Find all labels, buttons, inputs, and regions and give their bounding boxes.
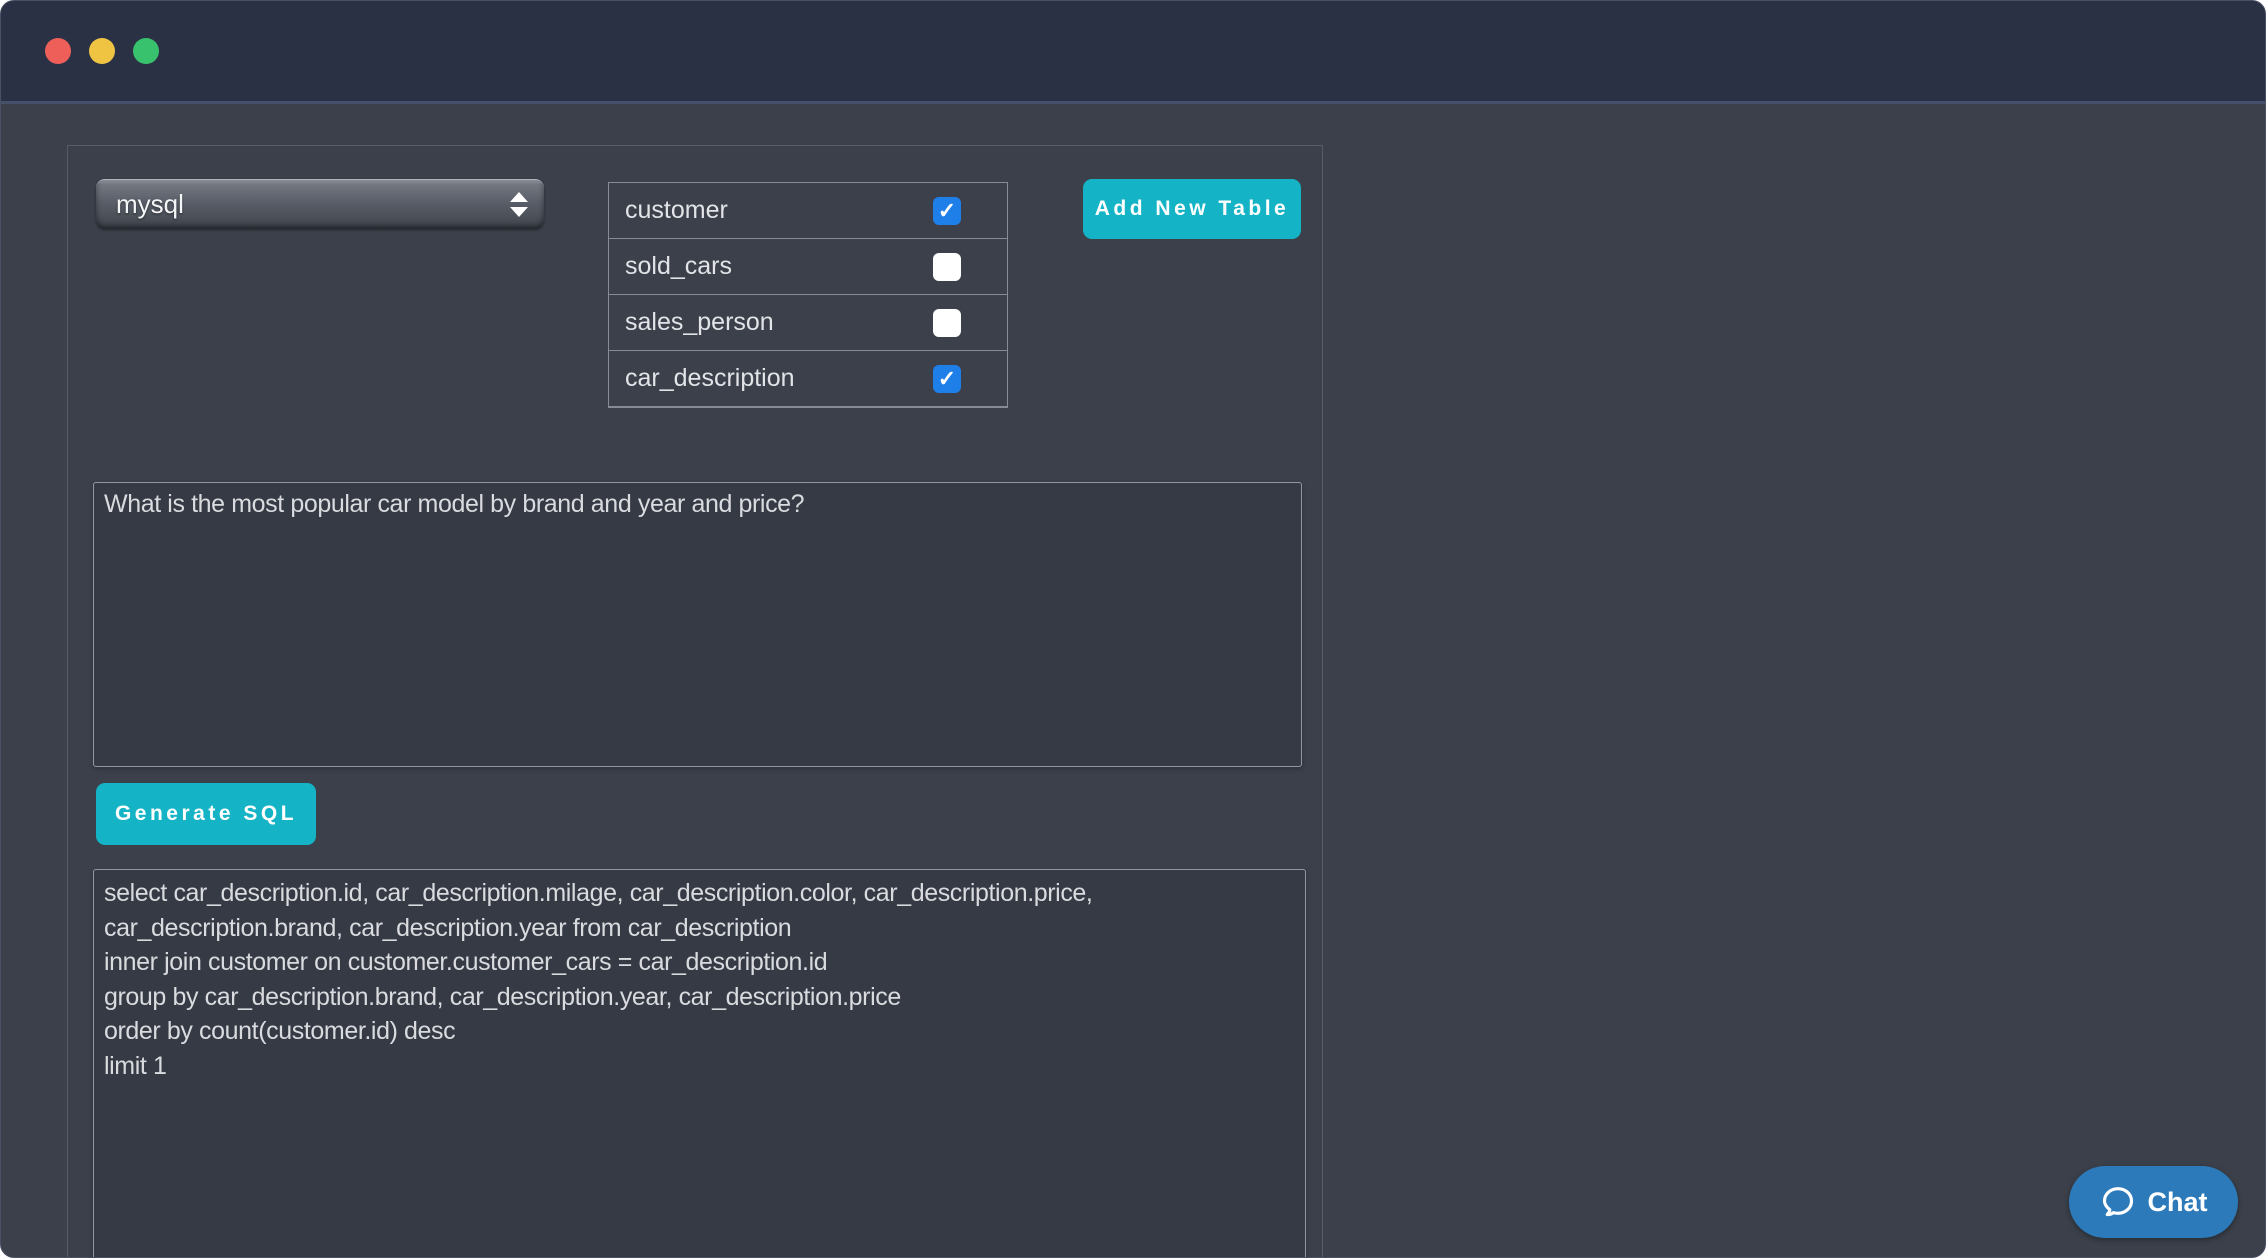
table-row: customer (609, 183, 1007, 239)
add-new-table-button[interactable]: Add New Table (1083, 179, 1301, 239)
table-checkbox[interactable] (933, 253, 961, 281)
table-name-label: sales_person (625, 308, 774, 337)
chat-button-label: Chat (2148, 1187, 2208, 1218)
chat-button[interactable]: Chat (2069, 1166, 2238, 1238)
table-row: sold_cars (609, 239, 1007, 295)
close-window-icon[interactable] (45, 38, 71, 64)
generate-sql-button[interactable]: Generate SQL (96, 783, 316, 845)
table-row: car_description (609, 351, 1007, 407)
select-stepper-icon (510, 192, 528, 217)
table-checkbox[interactable] (933, 197, 961, 225)
table-name-label: car_description (625, 364, 795, 393)
database-select-value: mysql (116, 189, 184, 220)
titlebar (1, 1, 2265, 104)
chat-bubble-icon (2100, 1184, 2136, 1220)
screen: mysql customer sold_cars sales_person ca… (0, 0, 2266, 1258)
table-name-label: sold_cars (625, 252, 732, 281)
sql-output[interactable]: select car_description.id, car_descripti… (93, 869, 1306, 1258)
zoom-window-icon[interactable] (133, 38, 159, 64)
database-select[interactable]: mysql (96, 179, 544, 229)
question-input[interactable]: What is the most popular car model by br… (93, 482, 1302, 767)
app-window: mysql customer sold_cars sales_person ca… (0, 0, 2266, 1258)
minimize-window-icon[interactable] (89, 38, 115, 64)
table-checklist: customer sold_cars sales_person car_desc… (608, 182, 1008, 408)
table-row: sales_person (609, 295, 1007, 351)
table-name-label: customer (625, 196, 728, 225)
table-checkbox[interactable] (933, 365, 961, 393)
table-checkbox[interactable] (933, 309, 961, 337)
